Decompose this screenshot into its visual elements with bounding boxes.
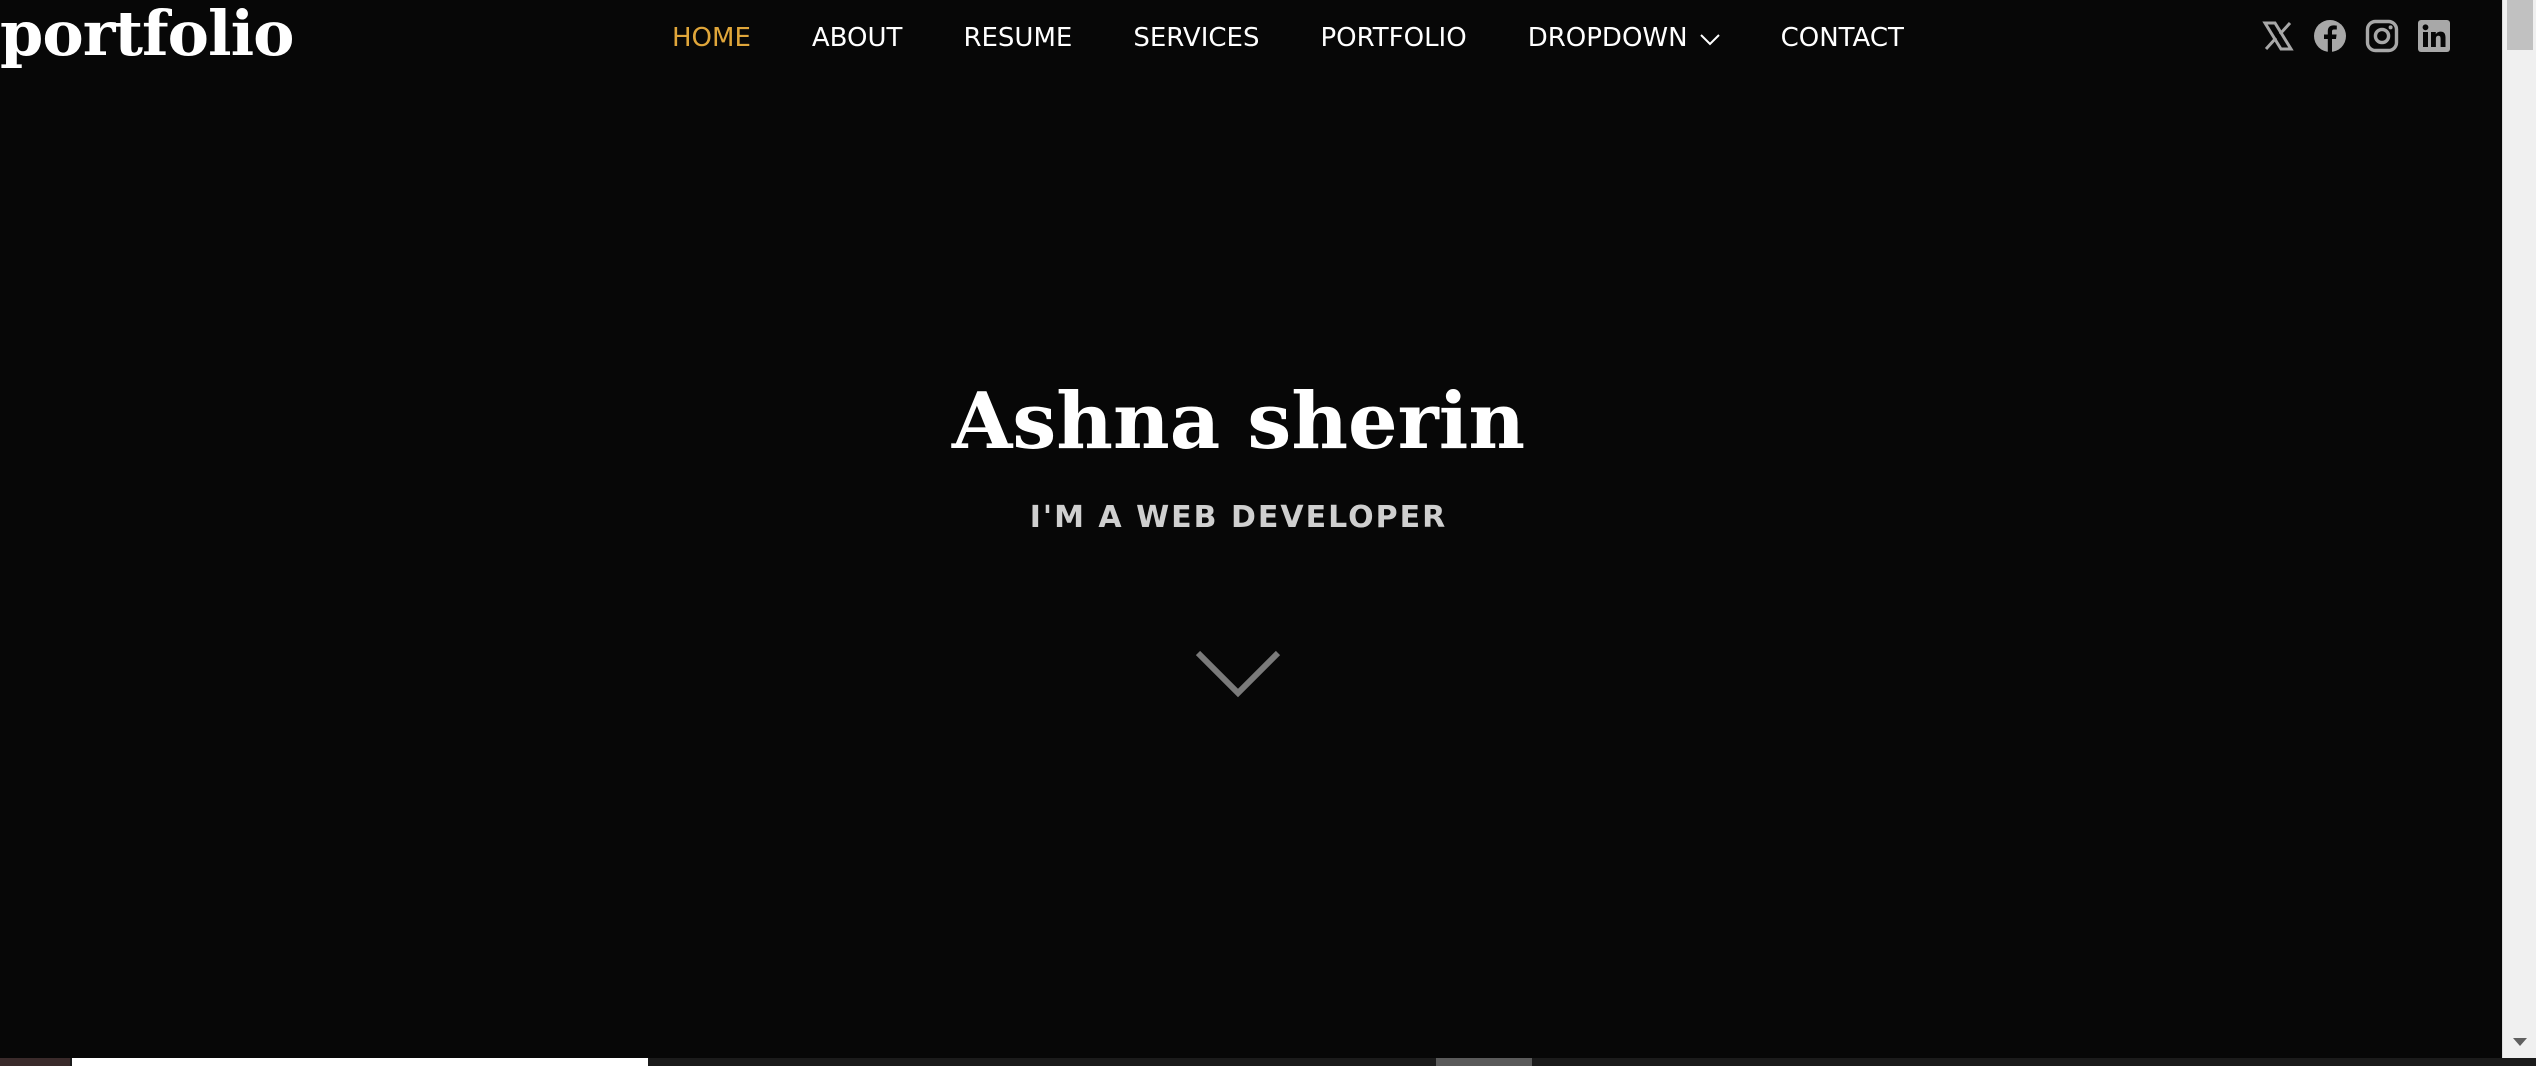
vertical-scrollbar[interactable] [2502, 0, 2536, 1058]
nav-dropdown[interactable]: DROPDOWN [1528, 23, 1720, 53]
nav-home[interactable]: HOME [672, 23, 751, 53]
strip-segment [72, 1058, 648, 1066]
linkedin-icon[interactable] [2416, 18, 2452, 54]
strip-segment [0, 1058, 70, 1066]
x-twitter-icon[interactable] [2260, 18, 2296, 54]
nav-services[interactable]: SERVICES [1133, 23, 1259, 53]
hero-name: Ashna sherin [951, 376, 1526, 467]
scrollbar-thumb[interactable] [2507, 0, 2533, 50]
nav-portfolio[interactable]: PORTFOLIO [1320, 23, 1466, 53]
site-logo[interactable]: portfolio [0, 0, 294, 72]
nav-resume[interactable]: RESUME [963, 23, 1072, 53]
main-nav: HOME ABOUT RESUME SERVICES PORTFOLIO DRO… [672, 0, 1904, 76]
nav-dropdown-label: DROPDOWN [1527, 23, 1688, 53]
chevron-down-icon [1195, 650, 1281, 698]
strip-segment [1436, 1058, 1532, 1066]
nav-contact[interactable]: CONTACT [1781, 23, 1904, 53]
nav-about[interactable]: ABOUT [812, 23, 903, 53]
social-links [2260, 18, 2452, 54]
page: portfolio HOME ABOUT RESUME SERVICES POR… [0, 0, 2502, 1058]
scroll-down-button[interactable] [1195, 648, 1281, 700]
instagram-icon[interactable] [2364, 18, 2400, 54]
chevron-down-icon [1699, 23, 1720, 53]
facebook-icon[interactable] [2312, 18, 2348, 54]
site-header: portfolio HOME ABOUT RESUME SERVICES POR… [0, 0, 2502, 76]
bottom-strip [0, 1058, 2536, 1066]
hero-subtitle: I'M A WEB DEVELOPER [1029, 500, 1448, 535]
scroll-down-arrow-icon[interactable] [2513, 1038, 2527, 1046]
